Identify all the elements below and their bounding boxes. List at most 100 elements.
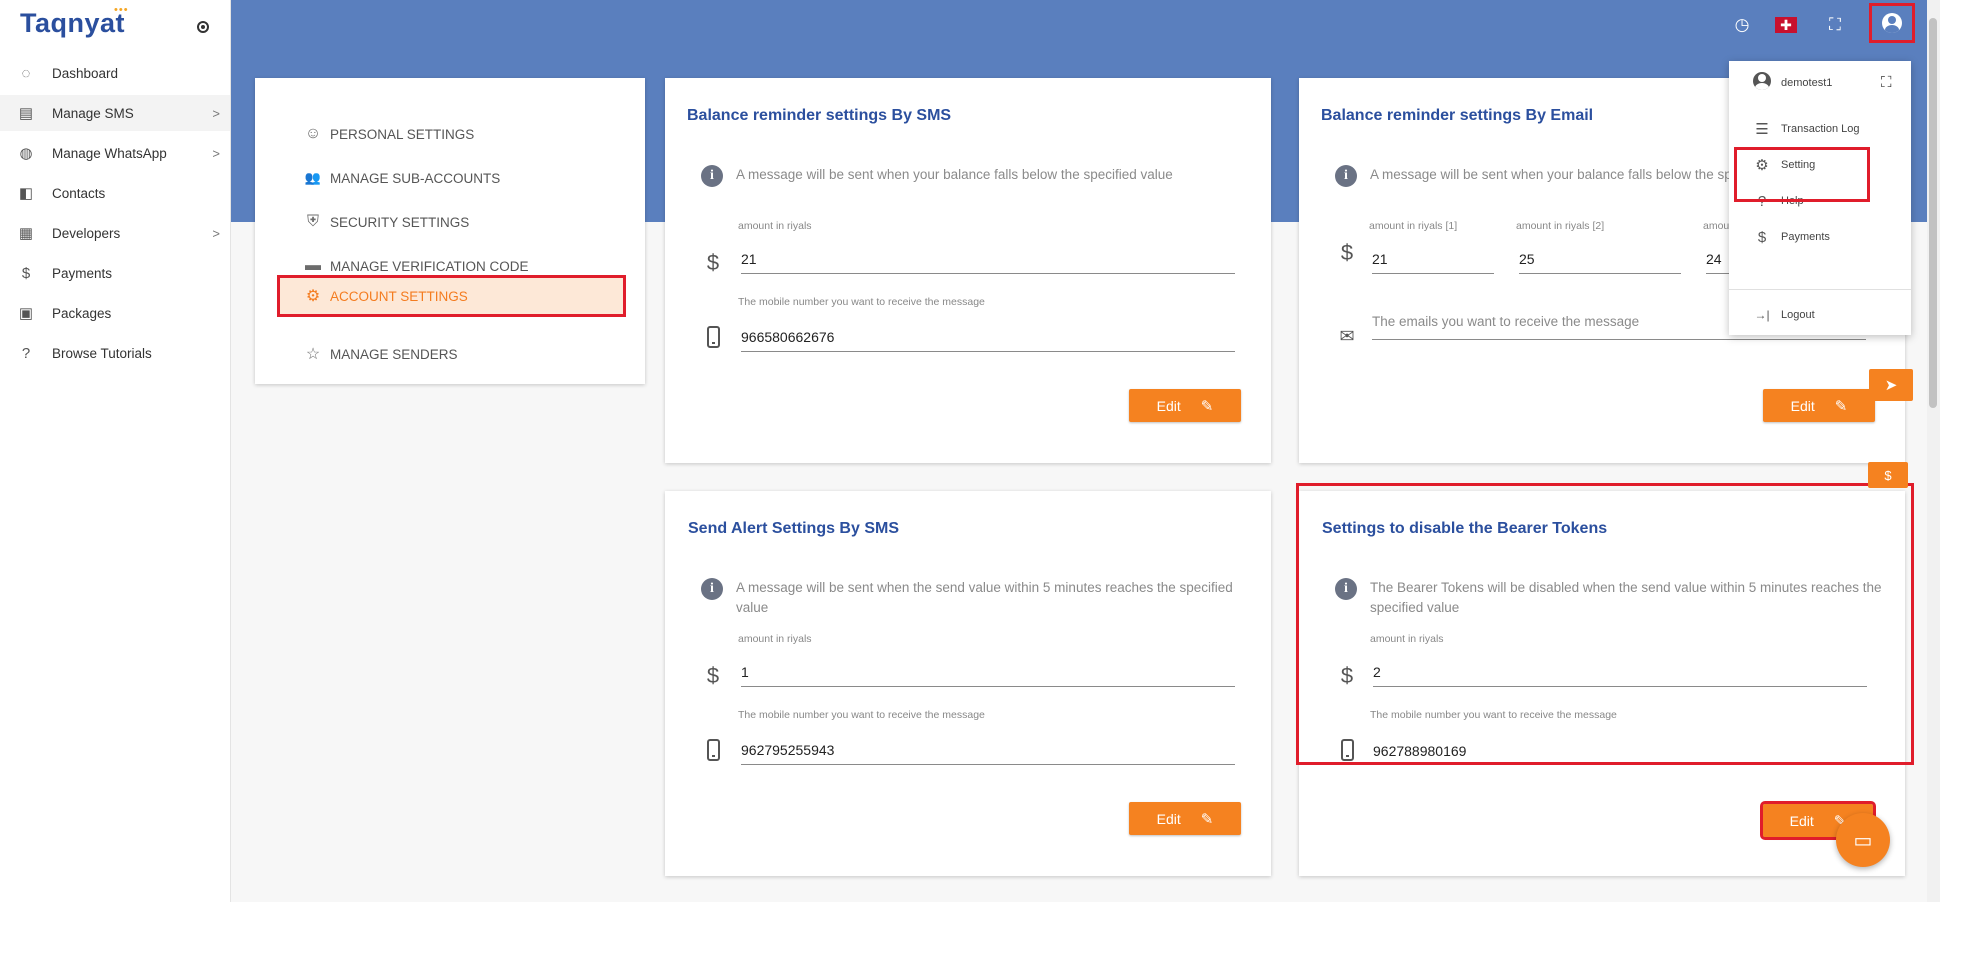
fullscreen-icon[interactable]: ⛶ <box>1822 12 1848 38</box>
amount1-field[interactable]: amount in riyals [1] 21 <box>1369 220 1494 274</box>
mobile-value: 962795255943 <box>741 742 835 758</box>
sidebar-item-packages[interactable]: ▣ Packages <box>0 295 230 331</box>
dollar-icon: $ <box>706 250 720 275</box>
chevron-right-icon: > <box>212 225 220 241</box>
edit-label: Edit <box>1156 397 1181 414</box>
brand-dots: ••• <box>114 4 129 16</box>
sidebar-item-dashboard[interactable]: ◌ Dashboard <box>0 55 230 91</box>
dropdown-item-payments[interactable]: $ Payments <box>1751 225 1830 249</box>
chevron-right-icon: > <box>212 105 220 121</box>
dollar-icon: $ <box>1757 228 1767 246</box>
sidebar-item-contacts[interactable]: ◧ Contacts <box>0 175 230 211</box>
sidebar-item-label: Dashboard <box>52 65 119 81</box>
sidebar-item-manage-whatsapp[interactable]: ◍ Manage WhatsApp > <box>0 135 230 171</box>
scroll-thumb[interactable] <box>1929 18 1937 408</box>
sidebar-item-manage-sms[interactable]: ▤ Manage SMS > <box>0 95 230 131</box>
dropdown-item-logout[interactable]: →| Logout <box>1751 303 1815 327</box>
sidebar-item-label: Contacts <box>52 185 106 201</box>
edit-button[interactable]: Edit ✎ <box>1129 389 1241 422</box>
info-text: A message will be sent when your balance… <box>736 167 1173 182</box>
dropdown-username: demotest1 <box>1781 77 1833 89</box>
list-icon: ☰ <box>1755 121 1769 138</box>
scrollbar[interactable] <box>1927 0 1940 902</box>
send-icon[interactable]: ➤ <box>1869 369 1913 401</box>
info-row: i A message will be sent when your balan… <box>701 165 1173 187</box>
mobile-label: The mobile number you want to receive th… <box>738 709 985 721</box>
info-icon: i <box>1335 165 1357 187</box>
emails-placeholder: The emails you want to receive the messa… <box>1372 314 1640 329</box>
dollar-icon: $ <box>21 264 31 282</box>
sidebar-item-label: Manage WhatsApp <box>52 145 167 161</box>
account-circle-icon <box>1882 13 1902 33</box>
chevron-right-icon: > <box>212 145 220 161</box>
menu-item-personal-settings[interactable]: ☺ PERSONAL SETTINGS <box>300 120 474 148</box>
menu-item-label: ACCOUNT SETTINGS <box>330 288 468 304</box>
amount1-value: 21 <box>1372 251 1388 267</box>
mobile-field[interactable]: The mobile number you want to receive th… <box>738 709 1235 765</box>
sidebar-item-label: Payments <box>52 265 113 281</box>
message-icon: ▤ <box>18 105 34 122</box>
pencil-icon: ✎ <box>1200 397 1214 415</box>
card-alert-sms: Send Alert Settings By SMS i A message w… <box>665 491 1271 876</box>
edit-button[interactable]: Edit ✎ <box>1129 802 1241 835</box>
mobile-label: The mobile number you want to receive th… <box>738 296 985 308</box>
settings-menu-card: ☺ PERSONAL SETTINGS 👥 MANAGE SUB-ACCOUNT… <box>255 78 645 384</box>
app-root: Taqnyat ••• ◌ Dashboard ▤ Manage SMS > ◍… <box>0 0 1982 980</box>
sidebar-item-browse-tutorials[interactable]: ? Browse Tutorials <box>0 335 230 371</box>
history-icon[interactable]: ◷ <box>1729 12 1755 38</box>
amount-label: amount in riyals <box>738 220 812 232</box>
info-icon: i <box>701 578 723 600</box>
amount2-field[interactable]: amount in riyals [2] 25 <box>1516 220 1681 274</box>
menu-item-manage-senders[interactable]: ☆ MANAGE SENDERS <box>300 340 458 368</box>
focus-icon[interactable]: ⛶ <box>1881 74 1892 91</box>
edit-label: Edit <box>1156 810 1181 827</box>
people-icon: 👥 <box>304 170 322 185</box>
contacts-book-icon: ◧ <box>18 185 34 202</box>
logout-icon: →| <box>1754 308 1770 322</box>
menu-item-label: MANAGE SENDERS <box>330 346 458 362</box>
star-icon: ☆ <box>305 346 321 363</box>
sidebar-toggle-radio[interactable] <box>197 21 209 33</box>
phone-icon <box>701 326 725 354</box>
shield-icon: ⛨ <box>306 213 319 230</box>
amount-value: 21 <box>741 251 757 267</box>
uk-flag-icon[interactable]: ✚ <box>1775 17 1797 33</box>
info-icon: i <box>701 165 723 187</box>
menu-item-label: MANAGE VERIFICATION CODE <box>330 258 529 274</box>
mail-icon: ✉ <box>1339 326 1355 346</box>
sidebar-item-developers[interactable]: ▦ Developers > <box>0 215 230 251</box>
dollar-float-icon[interactable]: $ <box>1868 462 1908 488</box>
amount-field[interactable]: amount in riyals 21 <box>738 220 1235 274</box>
chat-icon[interactable]: ▭ <box>1836 813 1890 867</box>
mobile-field[interactable]: The mobile number you want to receive th… <box>738 296 1235 352</box>
menu-item-account-settings[interactable]: ⚙ ACCOUNT SETTINGS <box>277 275 626 317</box>
sidebar-item-label: Packages <box>52 305 112 321</box>
dropdown-user[interactable]: demotest1 <box>1751 71 1832 95</box>
sidebar-item-payments[interactable]: $ Payments <box>0 255 230 291</box>
amount2-label: amount in riyals [2] <box>1516 220 1605 232</box>
menu-item-manage-sub-accounts[interactable]: 👥 MANAGE SUB-ACCOUNTS <box>300 164 500 192</box>
sidebar-item-label: Developers <box>52 225 121 241</box>
info-line-2: value <box>736 600 769 615</box>
card-title: Balance reminder settings By Email <box>1321 107 1594 124</box>
phone-icon <box>701 739 725 767</box>
info-row: i A message will be sent when the send v… <box>701 578 1233 618</box>
palette-icon: ◌ <box>21 64 31 82</box>
amount1-label: amount in riyals [1] <box>1369 220 1458 232</box>
menu-item-label: MANAGE SUB-ACCOUNTS <box>330 170 501 186</box>
dropdown-item-label: Payments <box>1781 231 1830 243</box>
brand-logo[interactable]: Taqnyat <box>20 8 125 39</box>
card-title: Send Alert Settings By SMS <box>688 520 899 537</box>
menu-item-label: SECURITY SETTINGS <box>330 214 470 230</box>
user-menu-button[interactable] <box>1869 3 1915 43</box>
dropdown-item-label: Logout <box>1781 309 1815 321</box>
amount-field[interactable]: amount in riyals 1 <box>738 633 1235 687</box>
dropdown-item-transaction-log[interactable]: ☰ Transaction Log <box>1751 117 1859 141</box>
dropdown-divider <box>1729 289 1911 290</box>
info-row: i A message will be sent when your balan… <box>1335 165 1746 187</box>
amount3-label: amou <box>1703 220 1730 232</box>
card-title: Balance reminder settings By SMS <box>687 107 952 124</box>
menu-item-security-settings[interactable]: ⛨ SECURITY SETTINGS <box>300 208 469 236</box>
edit-button[interactable]: Edit ✎ <box>1763 389 1875 422</box>
mobile-value: 966580662676 <box>741 329 835 345</box>
